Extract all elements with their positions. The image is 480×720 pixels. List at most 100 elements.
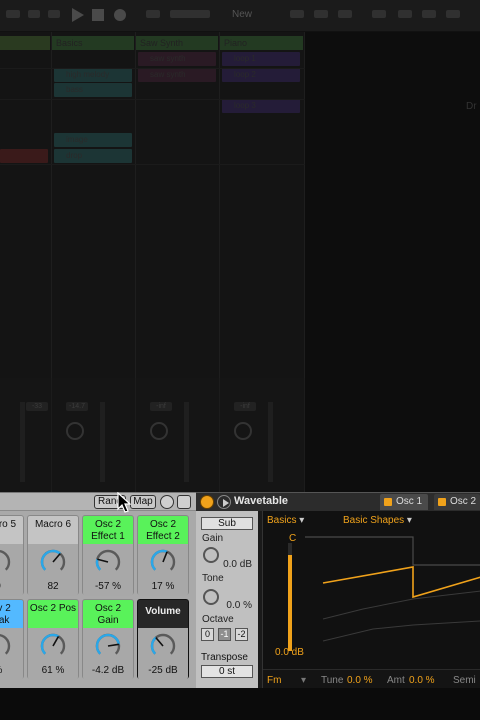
track-header[interactable]: Piano [220, 36, 303, 50]
osc-gain-value[interactable]: 0.0 dB [275, 647, 304, 658]
toolbar-icon[interactable] [422, 10, 436, 18]
toolbar-icon[interactable] [372, 10, 386, 18]
macro-control[interactable]: Osc 2 Effect 2 17 % [137, 515, 189, 596]
gain-label: Gain [202, 533, 224, 544]
macro-knob-area[interactable]: -25 dB [138, 628, 188, 680]
octave-option-0[interactable]: 0 [201, 628, 214, 641]
clip[interactable]: loop 2 [222, 68, 300, 82]
clip[interactable]: bass [54, 83, 132, 97]
transpose-field[interactable]: 0 st [201, 665, 253, 678]
macro-knob-area[interactable]: -4.2 dB [83, 628, 133, 680]
macro-control[interactable]: Volume -25 dB [137, 599, 189, 680]
wavetable-header: Wavetable Osc 1 Osc 2 [196, 493, 480, 511]
macro-knob-area[interactable]: % [0, 628, 23, 680]
clip[interactable]: image [54, 133, 132, 147]
volume-readout[interactable]: -14.7 [66, 402, 88, 411]
pan-knob[interactable] [66, 422, 84, 440]
toolbar-icon[interactable] [6, 10, 20, 18]
macro-knob[interactable] [0, 632, 12, 660]
toolbar-icon[interactable] [314, 10, 328, 18]
clip[interactable]: high melody [54, 68, 132, 82]
record-icon[interactable] [114, 9, 126, 21]
clip[interactable]: drop [54, 149, 132, 163]
toolbar-icon[interactable] [338, 10, 352, 18]
macro-knob-area[interactable]: 61 % [28, 628, 78, 680]
preview-icon[interactable] [217, 495, 231, 509]
sub-gain-value[interactable]: 0.0 dB [223, 559, 252, 570]
tune-value[interactable]: 0.0 % [347, 675, 373, 686]
sub-toggle-button[interactable]: Sub [201, 517, 253, 530]
tab-osc-1[interactable]: Osc 1 [380, 494, 428, 510]
variations-icon[interactable] [160, 495, 174, 509]
macro-knob-area[interactable]: -57 % [83, 544, 133, 596]
volume-readout[interactable]: -inf [150, 402, 172, 411]
clip[interactable] [0, 149, 48, 163]
level-meter [184, 402, 189, 482]
clip[interactable]: loop 1 [222, 52, 300, 66]
macro-value[interactable]: % [0, 665, 23, 676]
toolbar-icon[interactable] [398, 10, 412, 18]
slot-divider [0, 164, 305, 165]
overdub-icon[interactable] [146, 10, 160, 18]
macro-control[interactable]: Osc 2 Effect 1 -57 % [82, 515, 134, 596]
macro-value[interactable]: 17 % [138, 581, 188, 592]
new-label[interactable]: New [232, 9, 252, 20]
sub-tone-value[interactable]: 0.0 % [226, 600, 252, 611]
clip[interactable]: saw synth [138, 52, 216, 66]
toolbar-icon[interactable] [290, 10, 304, 18]
fm-mode-dropdown[interactable]: Fm [267, 675, 281, 686]
macro-knob[interactable] [39, 548, 67, 576]
macro-control[interactable]: Env 2 Peak% [0, 599, 24, 680]
macro-knob[interactable] [149, 632, 177, 660]
clip[interactable]: saw synth [138, 68, 216, 82]
level-meter [100, 402, 105, 482]
macro-knob[interactable] [0, 548, 12, 576]
macro-control[interactable]: Osc 2 Gain -4.2 dB [82, 599, 134, 680]
category-dropdown[interactable]: Basics [267, 515, 304, 526]
clip[interactable]: loop 3 [222, 99, 300, 113]
play-icon[interactable] [72, 8, 84, 22]
macro-knob[interactable] [39, 632, 67, 660]
mixer-strip: -inf [220, 378, 305, 490]
macro-value[interactable]: 0 [0, 581, 23, 592]
macro-control[interactable]: Macro 6 82 [27, 515, 79, 596]
toolbar-icon[interactable] [28, 10, 40, 18]
wavetable-dropdown[interactable]: Basic Shapes [343, 515, 412, 526]
macro-knob-area[interactable]: 0 [0, 544, 23, 596]
macro-value[interactable]: -57 % [83, 581, 133, 592]
toolbar-icon[interactable] [446, 10, 460, 18]
macro-knob-area[interactable]: 17 % [138, 544, 188, 596]
mode-chevron-icon[interactable]: ▾ [301, 675, 306, 686]
device-power-icon[interactable] [200, 495, 214, 509]
macro-value[interactable]: -4.2 dB [83, 665, 133, 676]
macro-knob[interactable] [149, 548, 177, 576]
tab-osc-2[interactable]: Osc 2 [434, 494, 480, 510]
amt-value[interactable]: 0.0 % [409, 675, 435, 686]
macro-knob[interactable] [94, 548, 122, 576]
map-button[interactable]: Map [130, 495, 156, 509]
pan-knob[interactable] [150, 422, 168, 440]
save-preset-icon[interactable] [177, 495, 191, 509]
toolbar-icon[interactable] [170, 10, 210, 18]
macro-control[interactable]: Macro 5 0 [0, 515, 24, 596]
toolbar-icon[interactable] [48, 10, 60, 18]
track-header[interactable] [0, 36, 50, 50]
level-meter [20, 402, 25, 482]
macro-value[interactable]: 82 [28, 581, 78, 592]
macro-control[interactable]: Osc 2 Pos 61 % [27, 599, 79, 680]
octave-option-minus-1[interactable]: -1 [218, 628, 231, 641]
volume-readout[interactable]: -33 [26, 402, 48, 411]
stop-icon[interactable] [92, 9, 104, 21]
sub-tone-knob[interactable] [203, 589, 219, 605]
volume-readout[interactable]: -inf [234, 402, 256, 411]
macro-value[interactable]: -25 dB [138, 665, 188, 676]
track-header[interactable]: Saw Synth [136, 36, 218, 50]
macro-title: Macro 5 [0, 519, 17, 530]
macro-knob-area[interactable]: 82 [28, 544, 78, 596]
pan-knob[interactable] [234, 422, 252, 440]
octave-option-minus-2[interactable]: -2 [235, 628, 248, 641]
macro-value[interactable]: 61 % [28, 665, 78, 676]
track-header[interactable]: Basics [52, 36, 134, 50]
macro-knob[interactable] [94, 632, 122, 660]
sub-gain-knob[interactable] [203, 547, 219, 563]
